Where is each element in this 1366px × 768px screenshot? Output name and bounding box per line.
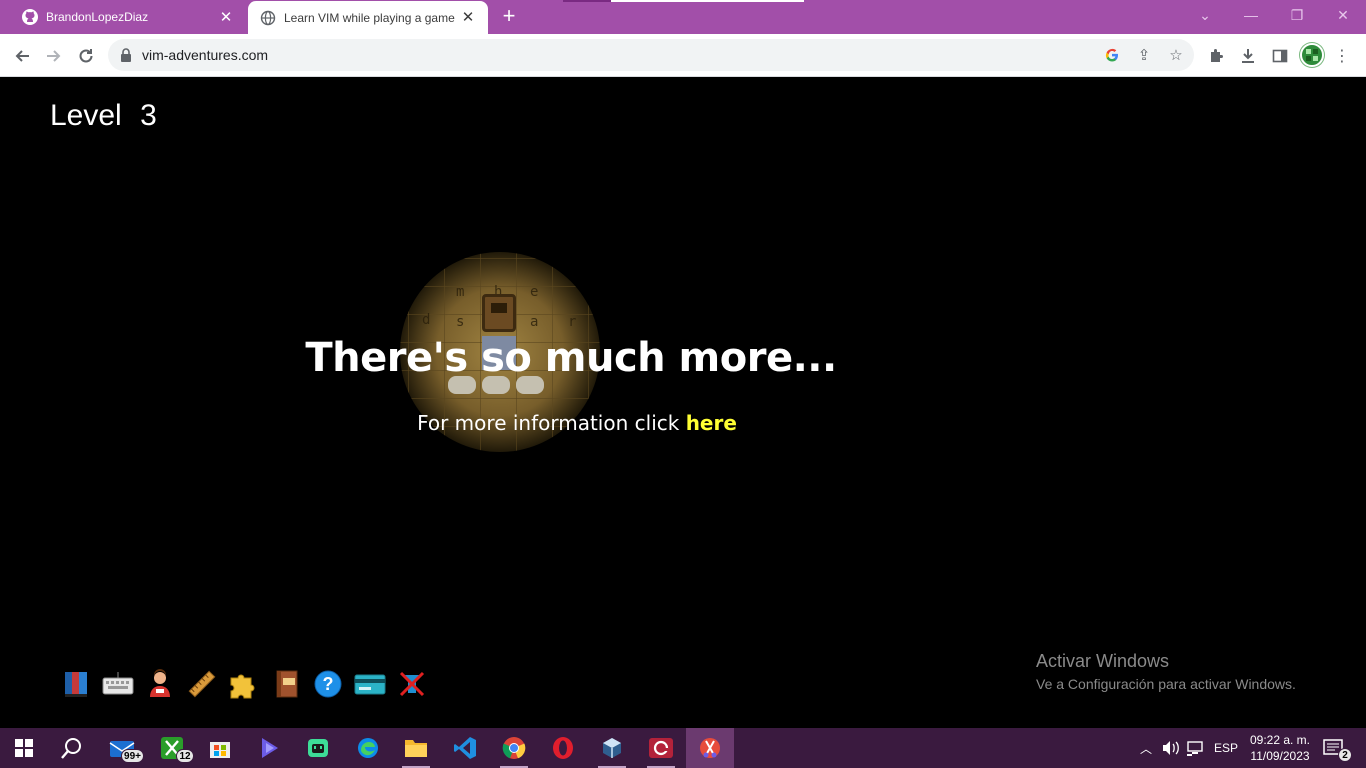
tab-strip-decoration xyxy=(611,0,804,2)
keyboard-icon[interactable] xyxy=(102,668,134,700)
ruler-icon[interactable] xyxy=(186,668,218,700)
app-icon-teal[interactable] xyxy=(294,728,342,768)
extensions-puzzle-icon[interactable] xyxy=(1204,44,1228,68)
character-icon[interactable] xyxy=(144,668,176,700)
tab-github[interactable]: BrandonLopezDiaz ✕ xyxy=(8,0,246,34)
language-indicator[interactable]: ESP xyxy=(1214,728,1238,768)
download-icon[interactable] xyxy=(1236,44,1260,68)
mail-icon[interactable]: 99+ xyxy=(98,728,146,768)
book-icon[interactable] xyxy=(60,668,92,700)
notification-badge: 2 xyxy=(1338,748,1352,762)
start-button[interactable] xyxy=(0,728,48,768)
xbox-badge: 12 xyxy=(176,749,194,763)
more-info-link[interactable]: here xyxy=(686,411,737,435)
mail-badge: 99+ xyxy=(121,749,144,763)
treasure-chest-sprite xyxy=(482,294,516,332)
restore-button[interactable]: ❐ xyxy=(1274,0,1320,30)
headline: There's so much more... xyxy=(305,335,837,381)
windows-logo-icon xyxy=(15,739,33,757)
volume-icon[interactable] xyxy=(1162,728,1180,768)
url-text[interactable]: vim-adventures.com xyxy=(142,47,268,63)
xbox-icon[interactable]: 12 xyxy=(148,728,196,768)
back-arrow-icon xyxy=(15,50,29,62)
reload-button[interactable] xyxy=(72,42,100,70)
help-icon[interactable]: ? xyxy=(312,668,344,700)
microsoft-store-icon[interactable] xyxy=(196,728,244,768)
info-text: For more information click xyxy=(417,411,686,435)
search-icon[interactable] xyxy=(48,728,96,768)
side-panel-icon[interactable] xyxy=(1268,44,1292,68)
close-tab-icon[interactable]: ✕ xyxy=(218,9,234,25)
forward-button[interactable] xyxy=(40,42,68,70)
close-tab-icon[interactable]: ✕ xyxy=(460,10,476,26)
file-explorer-icon[interactable] xyxy=(392,728,440,768)
edge-icon[interactable] xyxy=(344,728,392,768)
clock-time: 09:22 a. m. xyxy=(1249,733,1311,747)
new-tab-button[interactable]: + xyxy=(498,5,520,28)
show-hidden-icons-icon[interactable]: ︿ xyxy=(1140,728,1152,768)
game-canvas[interactable]: Level 3 mhe dsar There's so much more...… xyxy=(0,77,1366,728)
credit-card-icon[interactable] xyxy=(354,668,386,700)
lock-icon[interactable] xyxy=(120,48,132,62)
debian-terminal-icon[interactable] xyxy=(637,728,685,768)
level-label: Level xyxy=(50,99,122,132)
system-clock[interactable]: 09:22 a. m. 11/09/2023 xyxy=(1244,732,1316,764)
network-icon[interactable] xyxy=(1186,728,1204,768)
svg-text:?: ? xyxy=(323,674,334,694)
tab-search-icon[interactable]: ⌄ xyxy=(1182,0,1228,30)
tab-strip: BrandonLopezDiaz ✕ Learn VIM while playi… xyxy=(0,0,1366,34)
snipping-tool-icon[interactable] xyxy=(686,728,734,768)
windows-taskbar: 99+ 12 ︿ ESP 09:22 a. m. 11/09/2023 2 xyxy=(0,728,1366,768)
forward-arrow-icon xyxy=(47,50,61,62)
clock-date: 11/09/2023 xyxy=(1250,749,1310,763)
browser-toolbar: vim-adventures.com ⇪ ☆ ⋮ xyxy=(0,34,1366,77)
minimize-button[interactable]: — xyxy=(1228,0,1274,30)
notification-center-icon[interactable]: 2 xyxy=(1322,736,1352,762)
game-toolbar: ? xyxy=(60,668,428,700)
close-window-button[interactable]: ✕ xyxy=(1320,0,1366,30)
more-info-text: For more information click here xyxy=(0,411,1154,435)
mute-icon[interactable] xyxy=(396,668,428,700)
watermark-subtitle: Ve a Configuración para activar Windows. xyxy=(1036,676,1296,692)
globe-icon xyxy=(260,10,276,26)
tab-title: Learn VIM while playing a game xyxy=(284,10,455,25)
tab-strip-decoration xyxy=(563,0,611,2)
bookmark-star-icon[interactable]: ☆ xyxy=(1166,45,1186,65)
virtualbox-icon[interactable] xyxy=(588,728,636,768)
windows-activation-watermark: Activar Windows Ve a Configuración para … xyxy=(1036,651,1296,692)
vim-manual-icon[interactable] xyxy=(270,668,302,700)
github-icon xyxy=(22,9,38,25)
reload-icon xyxy=(79,49,93,63)
chrome-menu-icon[interactable]: ⋮ xyxy=(1330,44,1354,68)
tab-vim-adventures[interactable]: Learn VIM while playing a game ✕ xyxy=(248,1,488,34)
power-automate-icon[interactable] xyxy=(246,728,294,768)
vscode-icon[interactable] xyxy=(441,728,489,768)
opera-icon[interactable] xyxy=(539,728,587,768)
chrome-icon[interactable] xyxy=(490,728,538,768)
puzzle-icon[interactable] xyxy=(228,668,260,700)
tab-title: BrandonLopezDiaz xyxy=(46,10,149,24)
level-indicator: Level 3 xyxy=(50,99,157,133)
back-button[interactable] xyxy=(8,42,36,70)
watermark-title: Activar Windows xyxy=(1036,651,1170,671)
share-icon[interactable]: ⇪ xyxy=(1134,45,1154,65)
address-bar[interactable]: vim-adventures.com ⇪ ☆ xyxy=(108,39,1194,71)
google-icon[interactable] xyxy=(1102,45,1122,65)
profile-avatar[interactable] xyxy=(1300,43,1324,67)
level-number: 3 xyxy=(140,99,157,132)
